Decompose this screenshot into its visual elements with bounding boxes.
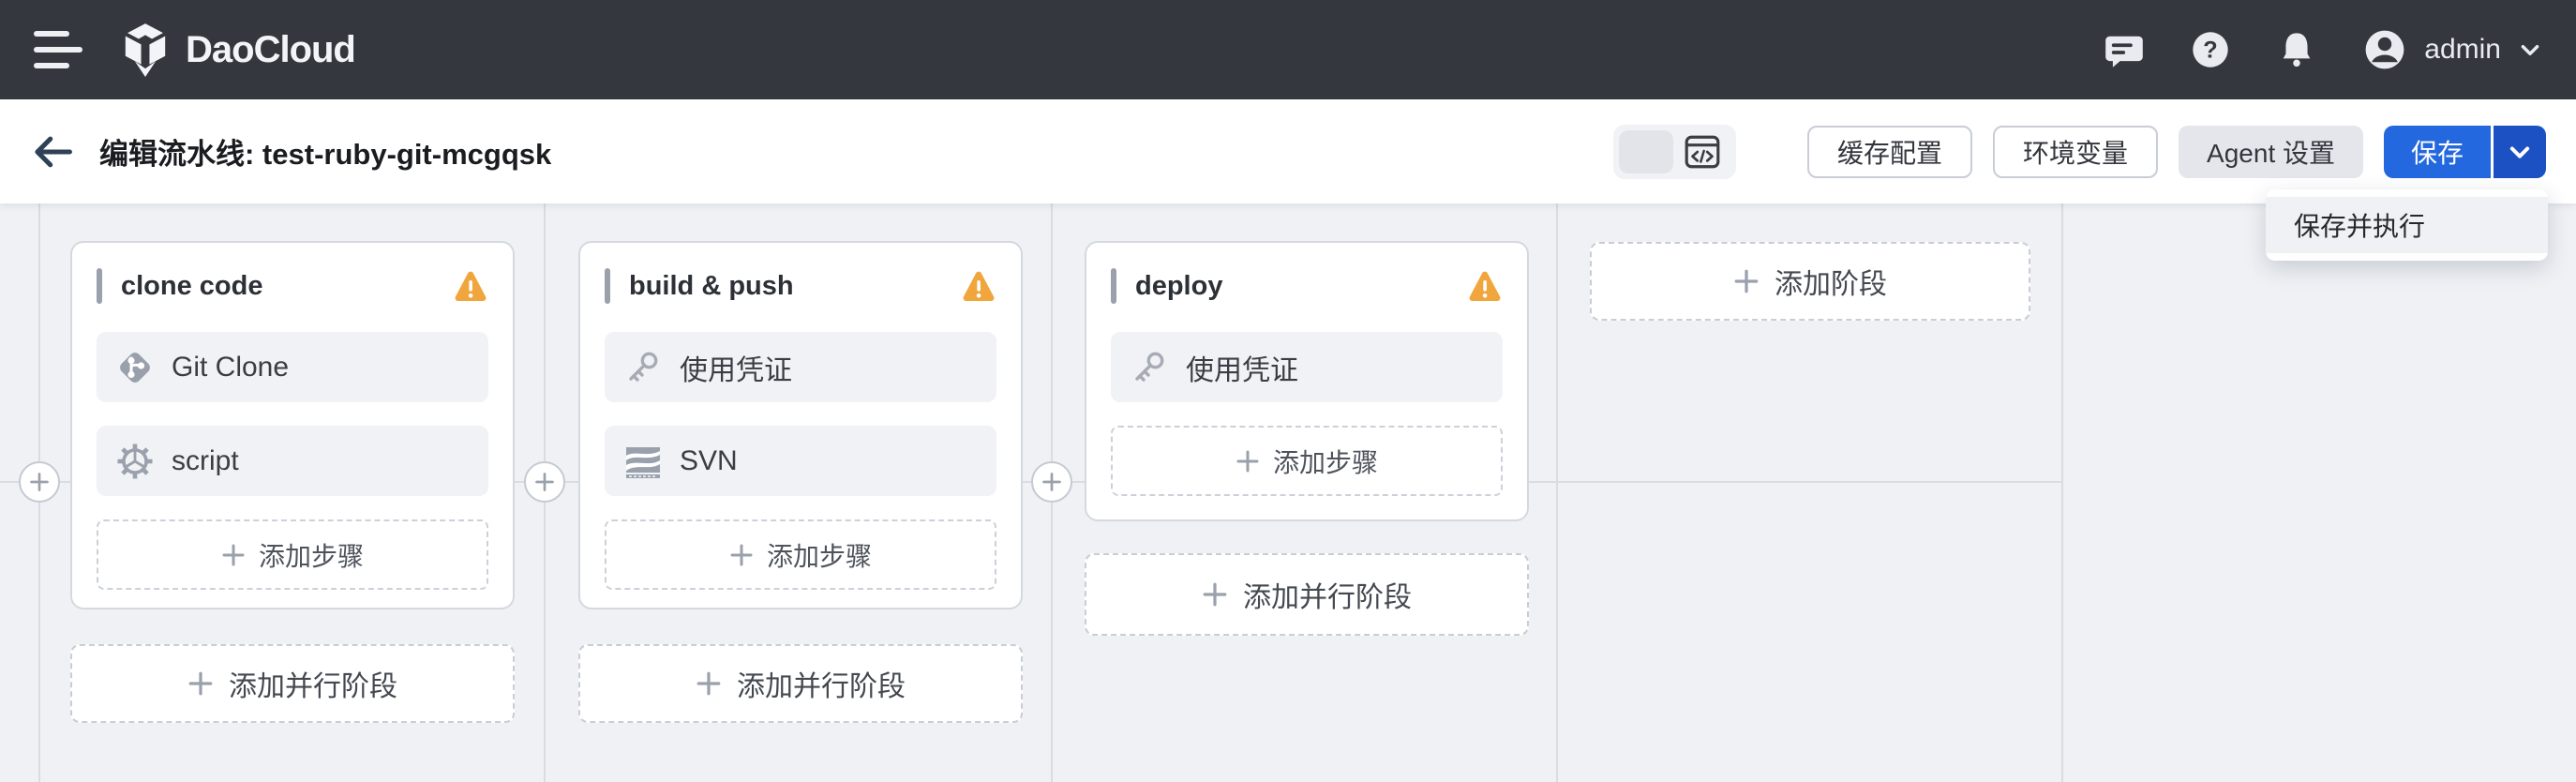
add-parallel-stage-button[interactable]: 添加并行阶段 (578, 644, 1023, 723)
save-more-button[interactable] (2494, 125, 2546, 178)
add-step-button[interactable]: 添加步骤 (97, 519, 488, 590)
step-label: script (172, 444, 239, 476)
stage-card-deploy: deploy 使用凭证 添加步骤 (1085, 241, 1529, 521)
svn-icon (623, 442, 663, 481)
add-stage-label: 添加阶段 (1775, 269, 1887, 300)
chevron-down-icon (2521, 45, 2539, 56)
plus-icon (730, 544, 753, 565)
stage-title[interactable]: deploy (1135, 271, 1467, 302)
stage-header: clone code (97, 265, 488, 307)
step-label: 使用凭证 (680, 354, 792, 386)
step-label: Git Clone (172, 351, 290, 383)
insert-stage-button[interactable] (1031, 461, 1072, 503)
column-line (1556, 203, 1558, 782)
page-header: 编辑流水线: test-ruby-git-mcgqsk 缓存配置 环境变量 Ag… (0, 99, 2576, 203)
step-label: SVN (680, 444, 738, 476)
daocloud-logo-icon (125, 23, 166, 77)
save-and-run-item[interactable]: 保存并执行 (2266, 197, 2548, 253)
add-step-button[interactable]: 添加步骤 (605, 519, 996, 590)
stage-header: deploy (1111, 265, 1503, 307)
drag-handle[interactable] (97, 268, 102, 304)
stage-title[interactable]: clone code (121, 271, 453, 302)
add-parallel-label: 添加并行阶段 (737, 671, 906, 702)
plus-icon (1734, 269, 1759, 293)
username: admin (2424, 34, 2501, 65)
stage-header: build & push (605, 265, 996, 307)
env-vars-button[interactable]: 环境变量 (1993, 125, 2159, 178)
menu-icon[interactable] (34, 31, 82, 68)
drag-handle[interactable] (1111, 268, 1116, 304)
step-use-credential[interactable]: 使用凭证 (1111, 332, 1503, 402)
plus-icon (535, 473, 554, 491)
plus-icon (1042, 473, 1061, 491)
code-editor-icon (1685, 135, 1719, 168)
agent-settings-button[interactable]: Agent 设置 (2179, 125, 2363, 178)
plus-icon (1203, 582, 1227, 607)
drag-handle[interactable] (605, 268, 610, 304)
warning-icon (1469, 271, 1501, 302)
add-parallel-stage-button[interactable]: 添加并行阶段 (1085, 553, 1529, 636)
notification-bell-icon[interactable] (2276, 29, 2317, 70)
code-view-segment[interactable] (1673, 132, 1730, 172)
top-nav-bar: DaoCloud ? admin (0, 0, 2576, 99)
column-line (2061, 203, 2063, 782)
plus-icon (1236, 450, 1259, 472)
daocloud-logo[interactable]: DaoCloud (120, 23, 356, 77)
chevron-down-icon (2509, 146, 2530, 158)
pipeline-canvas: clone code Git Clone script 添加步骤 build &… (0, 203, 2576, 782)
git-icon (115, 348, 155, 387)
pipeline-editor-page: { "topbar": { "brand": "DaoCloud", "user… (0, 0, 2576, 782)
svg-text:?: ? (2204, 37, 2218, 63)
brand-name: DaoCloud (186, 28, 356, 70)
add-parallel-stage-button[interactable]: 添加并行阶段 (70, 644, 515, 723)
stage-title[interactable]: build & push (629, 271, 961, 302)
help-icon[interactable]: ? (2190, 29, 2231, 70)
avatar (2365, 30, 2404, 69)
user-menu[interactable]: admin (2362, 27, 2542, 72)
add-step-button[interactable]: 添加步骤 (1111, 426, 1503, 496)
warning-icon (963, 271, 995, 302)
add-stage-button[interactable]: 添加阶段 (1590, 242, 2030, 321)
insert-stage-button[interactable] (524, 461, 565, 503)
add-step-label: 添加步骤 (1272, 447, 1378, 477)
graphic-view-segment[interactable] (1619, 129, 1674, 173)
back-button[interactable] (30, 129, 75, 174)
insert-stage-button[interactable] (19, 461, 60, 503)
step-git-clone[interactable]: Git Clone (97, 332, 488, 402)
add-parallel-label: 添加并行阶段 (229, 671, 397, 702)
warning-icon (455, 271, 487, 302)
add-step-label: 添加步骤 (258, 541, 364, 571)
add-step-label: 添加步骤 (766, 541, 872, 571)
step-label: 使用凭证 (1186, 354, 1298, 386)
key-icon (623, 348, 663, 387)
save-button[interactable]: 保存 (2384, 125, 2491, 178)
add-parallel-label: 添加并行阶段 (1243, 582, 1412, 613)
message-icon[interactable] (2104, 29, 2145, 70)
plus-icon (696, 671, 721, 696)
step-use-credential[interactable]: 使用凭证 (605, 332, 996, 402)
editor-view-toggle[interactable] (1613, 124, 1737, 179)
topbar-actions: ? admin (2104, 27, 2542, 72)
page-title: 编辑流水线: test-ruby-git-mcgqsk (99, 138, 552, 171)
save-dropdown-menu: 保存并执行 (2266, 189, 2548, 261)
plus-icon (30, 473, 49, 491)
stage-card-clone-code: clone code Git Clone script 添加步骤 (70, 241, 515, 609)
cache-config-button[interactable]: 缓存配置 (1807, 125, 1973, 178)
step-svn[interactable]: SVN (605, 426, 996, 496)
stage-card-build-push: build & push 使用凭证 SVN 添加步骤 (578, 241, 1023, 609)
step-script[interactable]: script (97, 426, 488, 496)
plus-icon (222, 544, 245, 565)
key-icon (1130, 348, 1169, 387)
save-split-button: 保存 (2384, 125, 2546, 178)
plus-icon (188, 671, 213, 696)
gear-icon (115, 442, 155, 481)
